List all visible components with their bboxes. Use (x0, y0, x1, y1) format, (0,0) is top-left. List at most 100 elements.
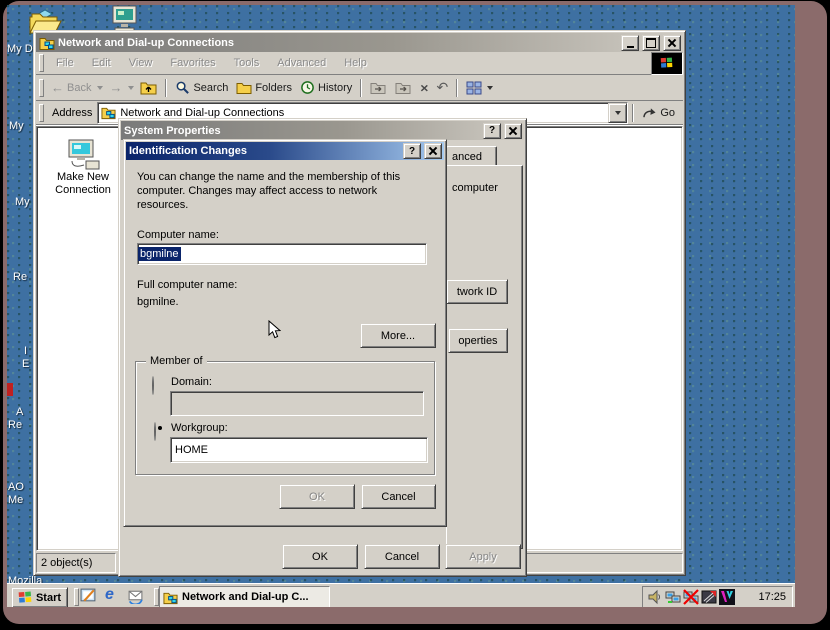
window-title: Network and Dial-up Connections (58, 37, 618, 49)
forward-dropdown[interactable] (128, 86, 134, 90)
workgroup-value: HOME (175, 444, 208, 456)
menubar-grip[interactable] (39, 54, 44, 72)
outlook-express-icon[interactable] (127, 587, 144, 604)
close-icon (429, 147, 437, 155)
make-new-connection-item[interactable]: Make New Connection (47, 139, 119, 197)
move-to-button[interactable] (366, 79, 391, 97)
help-button[interactable]: ? (483, 123, 501, 139)
undo-button[interactable]: ↶ (432, 77, 452, 98)
domain-input[interactable] (170, 391, 424, 416)
search-icon (175, 80, 190, 95)
ok-button[interactable]: OK (282, 544, 358, 569)
workgroup-input[interactable]: HOME (170, 437, 428, 463)
move-to-folder-icon (370, 81, 387, 95)
go-arrow-icon (642, 106, 657, 119)
forward-button[interactable]: → (105, 78, 126, 97)
dialog-description: You can change the name and the membersh… (137, 170, 431, 212)
domain-radio[interactable] (152, 376, 154, 395)
hidden-icon-fragment (7, 383, 13, 396)
show-desktop-icon[interactable] (80, 587, 97, 604)
search-button[interactable]: Search (171, 78, 232, 97)
go-button[interactable]: Go (638, 104, 683, 121)
delete-x-icon: × (420, 80, 428, 94)
member-of-label: Member of (146, 355, 207, 367)
cancel-button[interactable]: Cancel (361, 484, 436, 509)
help-button[interactable]: ? (403, 143, 421, 159)
views-button[interactable] (462, 79, 499, 97)
quicklaunch-grip[interactable] (74, 588, 79, 606)
workgroup-radio[interactable] (154, 422, 156, 441)
desktop-label-fragment[interactable]: My (15, 196, 30, 208)
copy-to-button[interactable] (391, 79, 416, 97)
close-button[interactable] (504, 123, 522, 139)
forward-arrow-icon: → (109, 80, 122, 95)
network-folder-icon (163, 590, 178, 605)
identification-changes-titlebar[interactable]: Identification Changes ? (126, 142, 444, 160)
system-properties-titlebar[interactable]: System Properties ? (121, 121, 524, 140)
more-button[interactable]: More... (360, 323, 436, 348)
network-id-button[interactable]: twork ID (446, 279, 508, 304)
computer-name-input[interactable]: bgmilne (137, 243, 427, 265)
maximize-icon (646, 38, 656, 48)
desktop-label-fragment[interactable]: My D (7, 43, 33, 55)
desktop-label-fragment[interactable]: A (16, 406, 23, 418)
network-connection-icon[interactable] (665, 589, 681, 605)
history-button[interactable]: History (296, 78, 356, 97)
selected-text: bgmilne (138, 247, 181, 261)
cancel-button[interactable]: Cancel (364, 544, 440, 569)
start-button[interactable]: Start (11, 587, 68, 607)
toolbar: ← Back → Search (36, 75, 683, 101)
menu-advanced[interactable]: Advanced (268, 57, 335, 69)
back-arrow-icon: ← (51, 80, 64, 95)
maximize-button[interactable] (642, 35, 660, 51)
menu-bar: File Edit View Favorites Tools Advanced … (36, 52, 683, 75)
system-properties-title: System Properties (124, 125, 480, 137)
menu-favorites[interactable]: Favorites (161, 57, 224, 69)
desktop-label-fragment[interactable]: Re (8, 419, 22, 431)
task-button-network-connections[interactable]: Network and Dial-up C... (159, 586, 330, 607)
views-dropdown[interactable] (487, 86, 493, 90)
undo-icon: ↶ (436, 79, 448, 96)
menu-help[interactable]: Help (335, 57, 376, 69)
desktop-label-fragment[interactable]: E (22, 358, 29, 370)
desktop-label-fragment[interactable]: My (9, 120, 24, 132)
internet-explorer-icon[interactable]: e (105, 586, 114, 604)
delete-button[interactable]: × (416, 78, 432, 98)
desktop-label-fragment[interactable]: I (24, 345, 27, 357)
properties-button[interactable]: operties (448, 328, 508, 353)
addressbar-grip[interactable] (39, 104, 44, 122)
close-button[interactable] (663, 35, 681, 51)
full-computer-name-label: Full computer name: (137, 279, 237, 291)
address-label: Address (47, 107, 97, 119)
back-button[interactable]: ← Back (47, 78, 95, 97)
desktop-label-fragment[interactable]: Re (13, 271, 27, 283)
menu-tools[interactable]: Tools (225, 57, 269, 69)
apply-button[interactable]: Apply (445, 544, 521, 569)
menu-view[interactable]: View (120, 57, 162, 69)
domain-label: Domain: (171, 376, 212, 388)
address-dropdown-button[interactable] (608, 103, 627, 123)
desktop-label-fragment[interactable]: Me (8, 494, 23, 506)
desktop-label-fragment[interactable]: AO (8, 481, 24, 493)
close-icon (509, 127, 517, 135)
v-logo-tray-icon[interactable] (719, 589, 735, 605)
make-new-connection-icon (64, 139, 102, 171)
folders-button[interactable]: Folders (232, 79, 296, 97)
up-button[interactable] (136, 78, 161, 97)
close-button[interactable] (424, 143, 442, 159)
utility-tray-icon[interactable] (701, 589, 717, 605)
network-disconnected-icon[interactable] (683, 589, 699, 605)
network-folder-icon (39, 35, 55, 51)
desktop: My D My My Re I E A Re AO Me Mozilla Net… (7, 5, 795, 607)
minimize-button[interactable] (621, 35, 639, 51)
window-titlebar[interactable]: Network and Dial-up Connections (36, 33, 683, 52)
volume-icon[interactable] (647, 589, 663, 605)
menu-file[interactable]: File (47, 57, 83, 69)
menu-edit[interactable]: Edit (83, 57, 120, 69)
identification-changes-title: Identification Changes (129, 145, 400, 157)
back-dropdown[interactable] (97, 86, 103, 90)
ok-button[interactable]: OK (279, 484, 355, 509)
identification-changes-dialog: Identification Changes ? You can change … (123, 139, 447, 527)
taskbar-clock[interactable]: 17:25 (758, 591, 788, 603)
toolbar-grip[interactable] (39, 79, 44, 97)
